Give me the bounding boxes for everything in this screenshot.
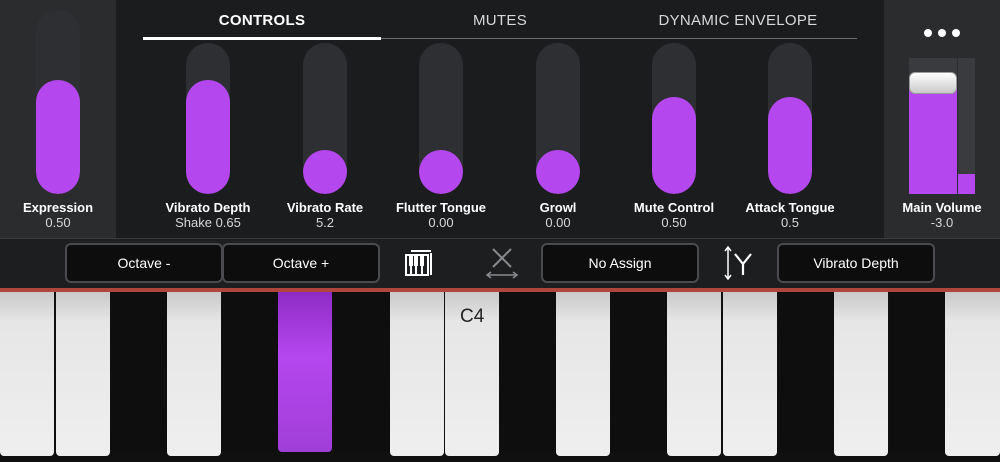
growl-value: 0.00: [545, 215, 571, 230]
attack-tongue-slider[interactable]: [768, 43, 812, 194]
white-key[interactable]: [56, 292, 110, 456]
attack-tongue-slider-fill: [768, 96, 812, 194]
main-volume-handle[interactable]: [909, 72, 957, 94]
more-options-icon[interactable]: [916, 22, 968, 44]
octave-up-button[interactable]: Octave +: [222, 243, 380, 283]
white-key[interactable]: [723, 292, 777, 456]
attack-tongue-label: Attack Tongue: [745, 200, 835, 215]
expression-label: Expression: [22, 200, 94, 215]
expression-slider[interactable]: [36, 10, 80, 194]
black-key[interactable]: [111, 292, 167, 452]
white-key[interactable]: [0, 292, 54, 456]
tab-dynamic-envelope[interactable]: DYNAMIC ENVELOPE: [619, 12, 857, 29]
c4-key-label: C4: [460, 306, 485, 327]
x-axis-icon[interactable]: [484, 246, 520, 280]
mute-control-label: Mute Control: [633, 200, 715, 215]
white-key[interactable]: [167, 292, 221, 456]
black-key[interactable]: [334, 292, 390, 452]
flutter-tongue-slider-fill: [419, 150, 463, 194]
octave-down-button[interactable]: Octave -: [65, 243, 223, 283]
white-key[interactable]: [556, 292, 610, 456]
main-volume-label: Main Volume: [902, 200, 982, 215]
vibrato-depth-label: Vibrato Depth: [165, 200, 251, 215]
black-key[interactable]: [889, 292, 945, 452]
level-meter: [958, 58, 975, 194]
white-key[interactable]: [834, 292, 888, 456]
attack-tongue-value: 0.5: [780, 215, 800, 230]
tab-bar: CONTROLS MUTES DYNAMIC ENVELOPE: [143, 0, 857, 40]
pressed-key[interactable]: [278, 292, 332, 452]
vibrato-depth-slider[interactable]: [186, 43, 230, 194]
mute-control-slider-fill: [652, 96, 696, 194]
mute-control-slider[interactable]: [652, 43, 696, 194]
white-key[interactable]: [945, 292, 1000, 456]
keyboard-icon[interactable]: [402, 247, 436, 279]
tab-active-indicator: [143, 37, 381, 40]
expression-slider-fill: [36, 80, 80, 194]
white-key[interactable]: [667, 292, 721, 456]
mute-control-value: 0.50: [661, 215, 687, 230]
y-axis-icon[interactable]: [720, 244, 756, 282]
main-volume-fill: [909, 82, 957, 194]
white-key[interactable]: [390, 292, 444, 456]
black-key[interactable]: [222, 292, 278, 452]
tab-controls[interactable]: CONTROLS: [143, 12, 381, 29]
vibrato-rate-value: 5.2: [315, 215, 335, 230]
vibrato-rate-label: Vibrato Rate: [286, 200, 364, 215]
expression-value: 0.50: [45, 215, 71, 230]
flutter-tongue-value: 0.00: [428, 215, 454, 230]
vibrato-depth-value: Shake 0.65: [175, 215, 241, 230]
level-meter-fill: [958, 173, 975, 194]
black-key[interactable]: [500, 292, 556, 452]
x-assign-button[interactable]: No Assign: [541, 243, 699, 283]
vibrato-rate-slider[interactable]: [303, 43, 347, 194]
flutter-tongue-label: Flutter Tongue: [395, 200, 487, 215]
black-key[interactable]: [611, 292, 667, 452]
piano-keyboard: [0, 292, 1000, 462]
growl-slider-fill: [536, 150, 580, 194]
growl-slider[interactable]: [536, 43, 580, 194]
vibrato-rate-slider-fill: [303, 150, 347, 194]
flutter-tongue-slider[interactable]: [419, 43, 463, 194]
main-volume-value: -3.0: [930, 215, 954, 230]
growl-label: Growl: [539, 200, 577, 215]
vibrato-depth-slider-fill: [186, 80, 230, 194]
tab-mutes[interactable]: MUTES: [381, 12, 619, 29]
black-key[interactable]: [778, 292, 834, 452]
y-assign-button[interactable]: Vibrato Depth: [777, 243, 935, 283]
